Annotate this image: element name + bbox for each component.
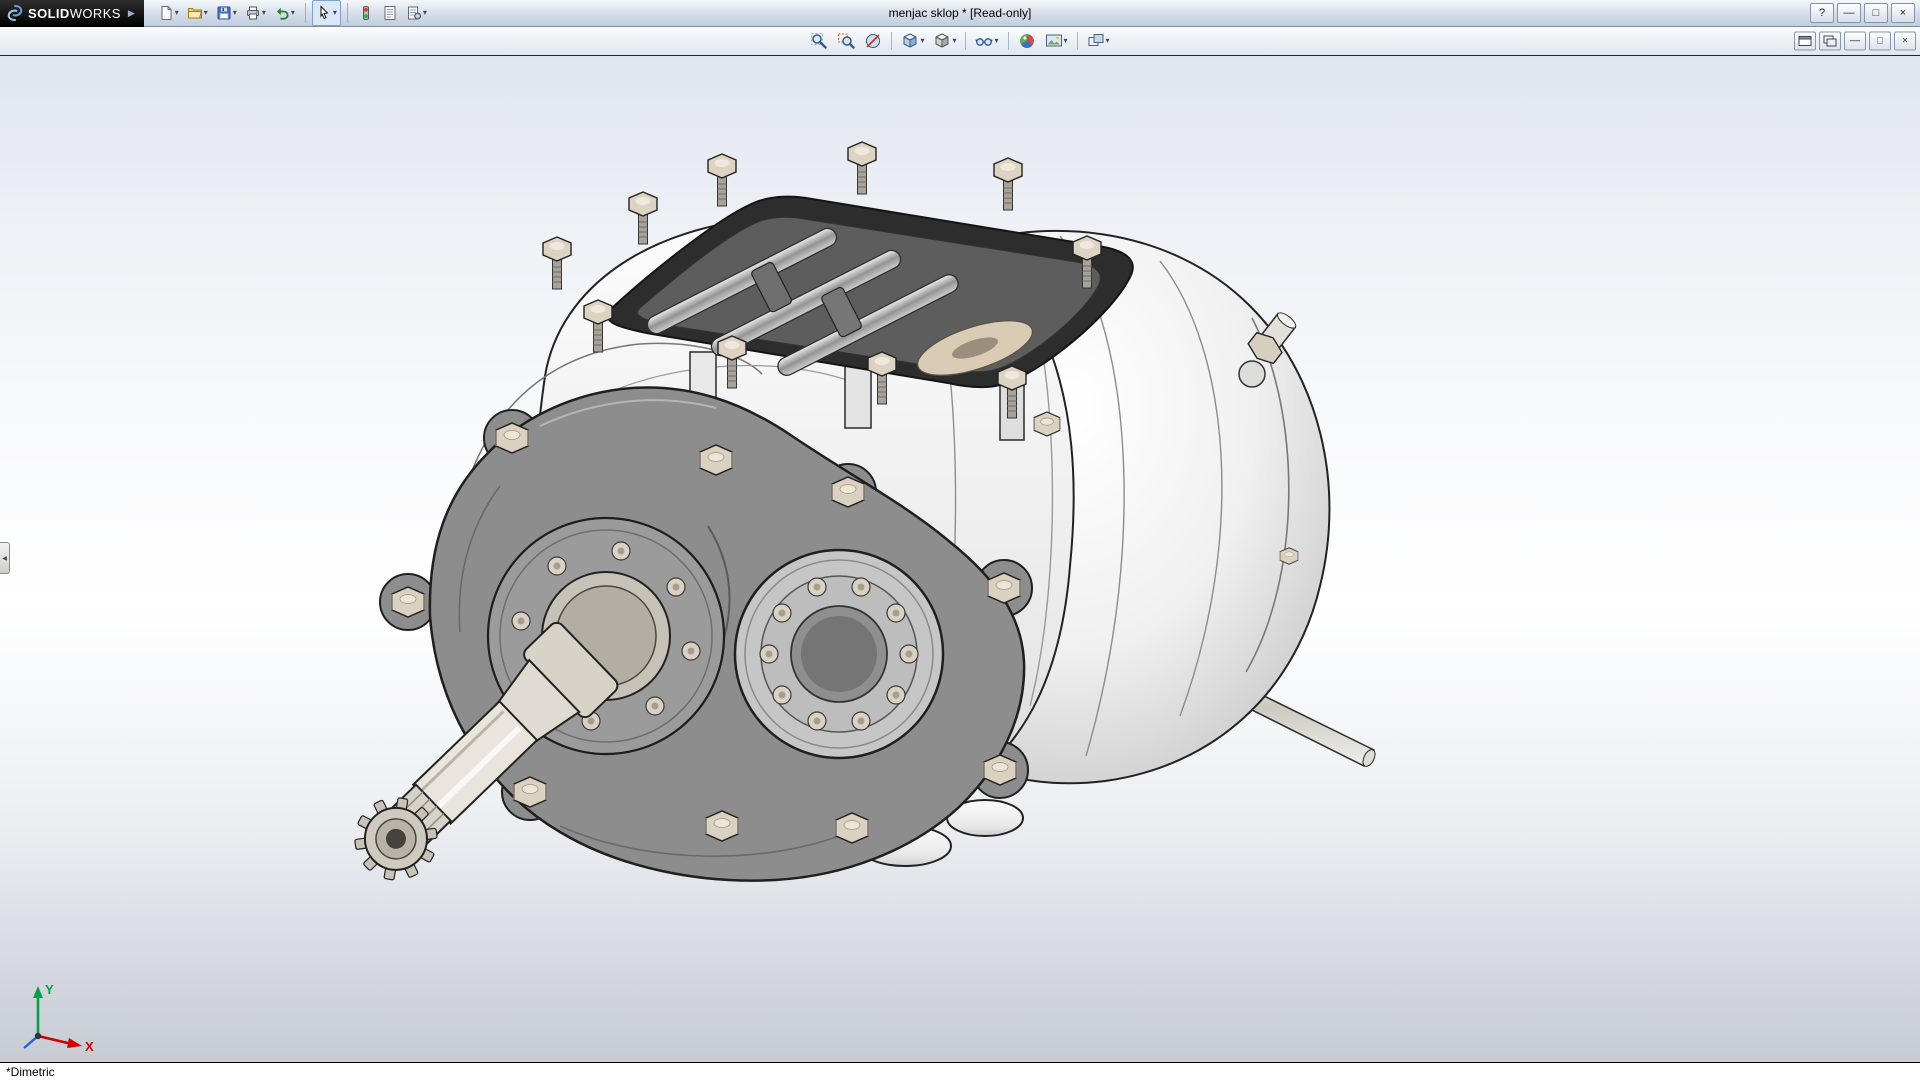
view-settings-icon [1087, 32, 1105, 50]
toolbar-separator [1077, 32, 1078, 50]
dropdown-caret[interactable]: ▾ [291, 9, 295, 17]
view-orientation-cube-icon [901, 32, 919, 50]
open-folder-icon [187, 5, 203, 21]
doc-close-button[interactable]: × [1894, 32, 1916, 51]
doc-minimize-button[interactable]: — [1844, 32, 1866, 51]
save-button[interactable]: ▾ [212, 0, 241, 26]
zoom-to-fit-icon [810, 32, 828, 50]
close-button[interactable]: × [1891, 3, 1915, 23]
undo-button[interactable]: ▾ [270, 0, 299, 26]
reference-triad[interactable]: Y X [14, 978, 100, 1056]
undo-icon [274, 5, 290, 21]
toolbar-separator [1008, 32, 1009, 50]
zoom-to-area-button[interactable] [833, 28, 859, 54]
heads-up-view-toolbar: ▾ ▾ ▾ [806, 28, 1113, 54]
graphics-viewport[interactable]: Y X ◀ [0, 56, 1920, 1062]
toolbar-separator [347, 3, 348, 23]
edit-appearance-button[interactable] [1014, 28, 1040, 54]
dropdown-caret[interactable]: ▾ [920, 37, 924, 45]
view-orientation-label: *Dimetric [6, 1065, 55, 1079]
dropdown-caret[interactable]: ▾ [262, 9, 266, 17]
new-document-button[interactable]: ▾ [154, 0, 183, 26]
print-button[interactable]: ▾ [241, 0, 270, 26]
dropdown-caret[interactable]: ▾ [994, 37, 998, 45]
rebuild-button[interactable] [354, 0, 378, 26]
new-window-icon [1823, 35, 1837, 48]
document-window-controls: — □ × [1794, 32, 1916, 51]
section-view-icon [864, 32, 882, 50]
brand-text: SOLIDWORKS [28, 6, 121, 21]
status-bar: *Dimetric [0, 1062, 1920, 1080]
view-orientation-button[interactable]: ▾ [897, 28, 928, 54]
brand-works: WORKS [70, 6, 121, 21]
hide-show-items-button[interactable]: ▾ [971, 28, 1002, 54]
triad-x-label: X [85, 1039, 94, 1054]
zoom-to-fit-button[interactable] [806, 28, 832, 54]
view-settings-button[interactable]: ▾ [1083, 28, 1114, 54]
help-button[interactable]: ? [1810, 3, 1834, 23]
apply-scene-button[interactable]: ▾ [1041, 28, 1072, 54]
solidworks-logo[interactable]: SOLIDWORKS ▶ [0, 0, 144, 27]
ds-logo-icon [6, 4, 24, 22]
dropdown-caret[interactable]: ▾ [423, 9, 427, 17]
dropdown-caret[interactable]: ▾ [233, 9, 237, 17]
options-gear-icon [406, 5, 422, 21]
heads-up-row: ▾ ▾ ▾ [0, 27, 1920, 56]
display-style-icon [933, 32, 951, 50]
document-title: menjac sklop * [Read-only] [889, 6, 1032, 20]
dropdown-caret[interactable]: ▾ [204, 9, 208, 17]
title-bar: SOLIDWORKS ▶ ▾ ▾ ▾ [0, 0, 1920, 27]
zoom-to-area-icon [837, 32, 855, 50]
apply-scene-icon [1045, 32, 1063, 50]
appearance-ball-icon [1018, 32, 1036, 50]
restore-pane-icon [1798, 35, 1812, 48]
restore-pane-button[interactable] [1794, 32, 1816, 51]
brand-solid: SOLID [28, 6, 70, 21]
new-window-button[interactable] [1819, 32, 1841, 51]
open-button[interactable]: ▾ [183, 0, 212, 26]
toolbar-separator [891, 32, 892, 50]
dropdown-caret[interactable]: ▾ [333, 9, 337, 17]
triad-y-label: Y [45, 982, 54, 997]
pane-tab-arrow-icon: ◀ [2, 555, 7, 562]
section-view-button[interactable] [860, 28, 886, 54]
file-properties-button[interactable] [378, 0, 402, 26]
dropdown-caret[interactable]: ▾ [952, 37, 956, 45]
main-toolbar: ▾ ▾ ▾ ▾ ▾ [154, 0, 431, 26]
hide-show-glasses-icon [975, 32, 993, 50]
save-icon [216, 5, 232, 21]
minimize-button[interactable]: — [1837, 3, 1861, 23]
display-style-button[interactable]: ▾ [929, 28, 960, 54]
dropdown-caret[interactable]: ▾ [175, 9, 179, 17]
print-icon [245, 5, 261, 21]
toolbar-separator [305, 3, 306, 23]
logo-expand-arrow-icon[interactable]: ▶ [128, 8, 135, 19]
rebuild-traffic-light-icon [358, 5, 374, 21]
toolbar-separator [965, 32, 966, 50]
new-document-icon [158, 5, 174, 21]
window-controls: ? — □ × [1810, 3, 1920, 23]
file-properties-icon [382, 5, 398, 21]
options-button[interactable]: ▾ [402, 0, 431, 26]
select-button[interactable]: ▾ [312, 0, 341, 26]
dropdown-caret[interactable]: ▾ [1064, 37, 1068, 45]
maximize-button[interactable]: □ [1864, 3, 1888, 23]
select-cursor-icon [316, 5, 332, 21]
gearbox-model[interactable] [0, 56, 1920, 1062]
bearing-cover [735, 550, 943, 758]
dropdown-caret[interactable]: ▾ [1106, 37, 1110, 45]
feature-manager-collapse-tab[interactable]: ◀ [0, 542, 10, 574]
doc-restore-button[interactable]: □ [1869, 32, 1891, 51]
